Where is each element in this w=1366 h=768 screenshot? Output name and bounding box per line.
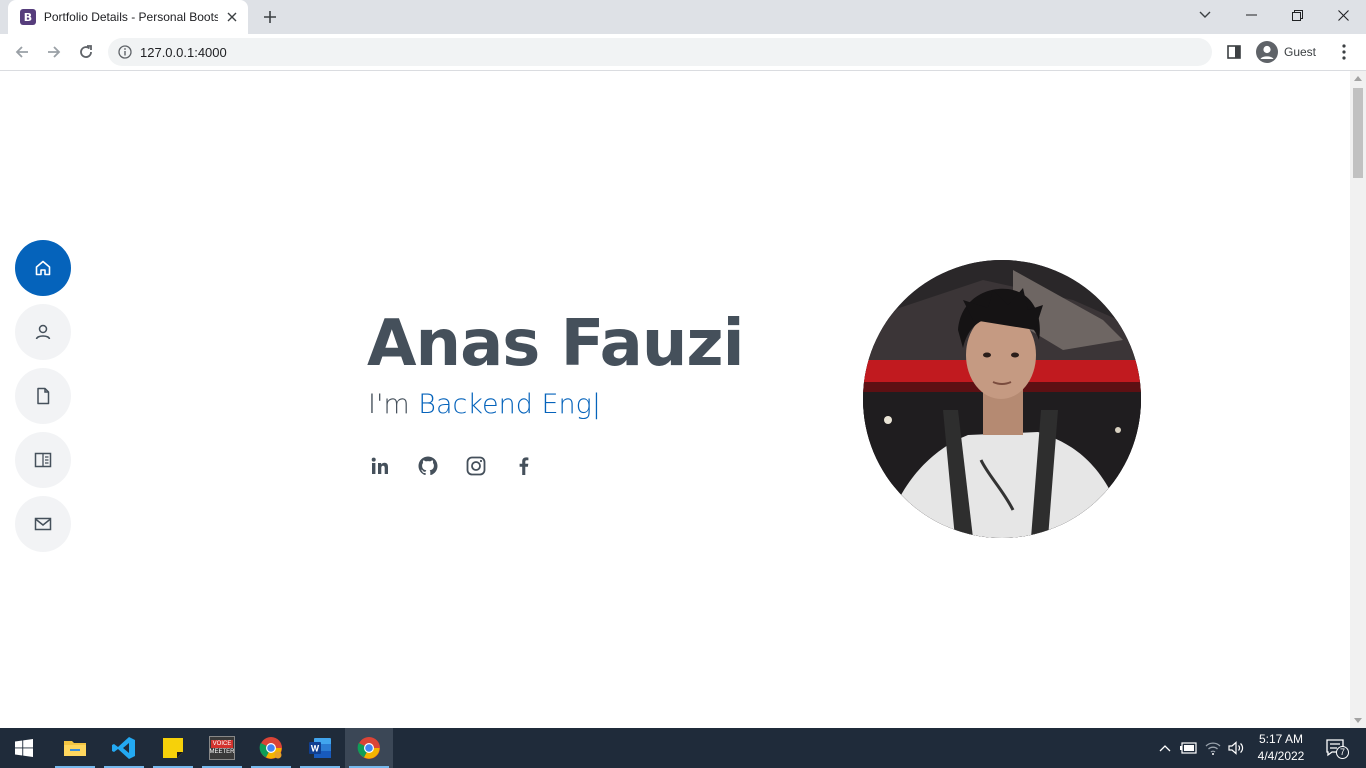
profile-label: Guest [1284,45,1317,59]
voicemeeter-label-top: VOICE [210,740,234,748]
notification-count-badge: 7 [1336,746,1349,759]
instagram-icon [466,456,486,476]
taskbar-chrome-1[interactable] [247,728,295,768]
browser-toolbar: 127.0.0.1:4000 Guest [0,34,1366,71]
scroll-down-arrow-icon[interactable] [1354,718,1362,723]
sticky-notes-icon [163,738,183,758]
subtitle-prefix: I'm [368,389,419,420]
github-link[interactable] [416,454,440,478]
scrollbar-thumb[interactable] [1353,88,1363,178]
back-arrow-icon[interactable] [10,40,34,64]
voicemeeter-icon: VOICE MEETER [209,736,235,760]
nav-contact-button[interactable] [15,496,71,552]
tab-search-icon[interactable] [1182,0,1228,30]
close-window-button[interactable] [1320,0,1366,30]
side-navigation [15,240,71,560]
nav-home-button[interactable] [15,240,71,296]
home-icon [35,260,51,276]
facebook-link[interactable] [512,454,536,478]
volume-icon[interactable] [1226,738,1246,758]
voicemeeter-label-bottom: MEETER [209,749,235,755]
instagram-link[interactable] [464,454,488,478]
typed-role-text: Backend Eng [418,389,592,420]
linkedin-link[interactable] [368,454,392,478]
forward-arrow-icon[interactable] [42,40,66,64]
taskbar-vscode[interactable] [100,728,148,768]
site-info-icon[interactable] [118,45,132,59]
browser-menu-icon[interactable] [1332,40,1356,64]
linkedin-icon [371,457,388,474]
guest-avatar-icon [1256,41,1278,63]
taskbar-file-explorer[interactable] [51,728,99,768]
nav-resume-button[interactable] [15,368,71,424]
browser-tab-strip: B Portfolio Details - Personal Bootstrap… [0,0,1366,34]
action-center-icon[interactable]: 7 [1324,738,1349,759]
windows-taskbar: VOICE MEETER 5:17 AM 4/4/2022 7 [0,728,1366,768]
browser-tab[interactable]: B Portfolio Details - Personal Bootstrap… [8,0,248,34]
restore-button[interactable] [1274,0,1320,30]
book-icon [34,452,52,468]
scroll-up-arrow-icon[interactable] [1354,76,1362,81]
tab-close-icon[interactable] [224,9,240,25]
folder-icon [64,741,86,756]
system-clock[interactable]: 5:17 AM 4/4/2022 [1250,731,1312,765]
file-icon [37,387,50,405]
hero-subtitle: I'm Backend Eng| [368,389,601,420]
reload-icon[interactable] [74,40,98,64]
taskbar-word[interactable] [296,728,344,768]
clock-date: 4/4/2022 [1257,749,1305,763]
address-bar[interactable]: 127.0.0.1:4000 [108,38,1212,66]
profile-button[interactable]: Guest [1252,38,1326,66]
hero-name: Anas Fauzi [367,307,745,381]
taskbar-sticky-notes[interactable] [149,728,197,768]
page-scrollbar[interactable] [1350,71,1366,728]
show-hidden-icons-icon[interactable] [1155,738,1175,758]
start-button[interactable] [0,728,48,768]
minimize-button[interactable] [1228,0,1274,30]
page-viewport: Anas Fauzi I'm Backend Eng| [0,71,1350,728]
nav-portfolio-button[interactable] [15,432,71,488]
windows-logo-icon [15,739,33,757]
taskbar-chrome-2[interactable] [345,728,393,768]
url-text: 127.0.0.1:4000 [140,44,227,60]
side-panel-icon[interactable] [1222,40,1246,64]
vscode-icon [112,737,135,759]
nav-about-button[interactable] [15,304,71,360]
social-links [368,454,560,478]
chrome-icon [259,737,282,759]
envelope-icon [34,517,52,531]
profile-photo [863,260,1141,538]
taskbar-voicemeeter[interactable]: VOICE MEETER [198,728,246,768]
battery-icon[interactable] [1179,738,1199,758]
person-icon [35,324,51,340]
wifi-icon[interactable] [1203,738,1223,758]
tab-title: Portfolio Details - Personal Bootstrap T… [43,10,219,24]
clock-time: 5:17 AM [1258,732,1304,746]
facebook-icon [519,457,529,475]
github-icon [418,456,438,476]
bootstrap-favicon-icon: B [20,9,36,25]
chrome-icon [357,737,380,759]
new-tab-button[interactable] [258,5,282,29]
word-icon [309,738,331,758]
typing-caret: | [591,389,601,420]
